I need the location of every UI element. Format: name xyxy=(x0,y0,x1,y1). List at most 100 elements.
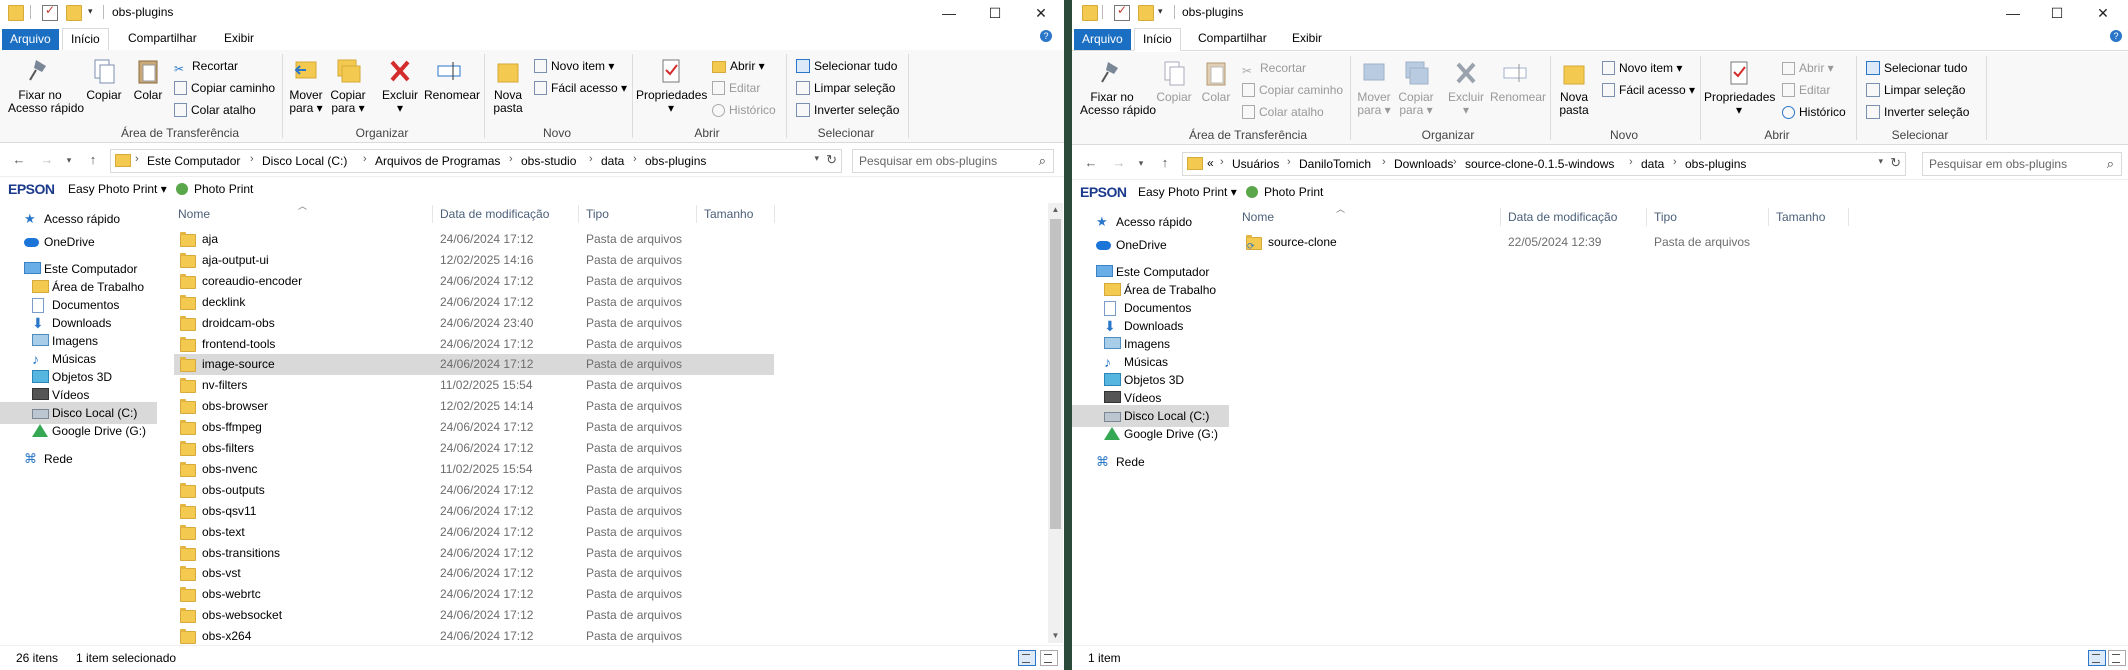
tab-arquivo[interactable]: Arquivo xyxy=(2,29,59,50)
pin-quick-access-button[interactable]: Fixar no Acesso rápido xyxy=(1080,58,1156,117)
tab-compartilhar[interactable]: Compartilhar xyxy=(120,28,205,49)
tab-compartilhar[interactable]: Compartilhar xyxy=(1190,28,1275,49)
new-folder-quick-icon[interactable] xyxy=(66,5,82,21)
recent-locations-chevron-icon[interactable]: ▾ xyxy=(1132,153,1150,173)
minimize-icon[interactable]: — xyxy=(1990,0,2036,26)
invert-selection-button[interactable]: Inverter seleção xyxy=(1866,102,1969,122)
tab-inicio[interactable]: Início xyxy=(1134,28,1181,51)
open-button[interactable]: Abrir ▾ xyxy=(1782,58,1834,78)
file-row[interactable]: obs-ffmpeg 24/06/2024 17:12 Pasta de arqui… xyxy=(174,417,774,438)
large-icons-view-icon[interactable] xyxy=(2108,650,2126,666)
search-input[interactable]: Pesquisar em obs-plugins ⌕ xyxy=(852,149,1054,173)
column-header-name[interactable]: Nome xyxy=(1242,206,1274,228)
breadcrumb-item[interactable]: Arquivos de Programas xyxy=(375,154,500,168)
new-item-button[interactable]: Novo item ▾ xyxy=(534,56,614,76)
recent-locations-chevron-icon[interactable]: ▾ xyxy=(60,150,78,170)
nav-item[interactable]: OneDrive xyxy=(1072,234,1229,256)
file-row[interactable]: obs-transitions 24/06/2024 17:12 Pasta de … xyxy=(174,543,774,564)
column-header-date[interactable]: Data de modificação xyxy=(440,203,549,225)
file-row[interactable]: image-source 24/06/2024 17:12 Pasta de arq… xyxy=(174,354,774,376)
file-row[interactable]: obs-websocket 24/06/2024 17:12 Pasta de ar… xyxy=(174,605,774,626)
copy-path-button[interactable]: Copiar caminho xyxy=(1242,80,1343,100)
properties-quick-icon[interactable] xyxy=(1114,3,1130,21)
edit-button[interactable]: Editar xyxy=(1782,80,1830,100)
column-header-size[interactable]: Tamanho xyxy=(704,203,753,225)
breadcrumb-item[interactable]: Este Computador xyxy=(147,154,240,168)
nav-item[interactable]: ★ Acesso rápido xyxy=(0,208,157,230)
customize-quick-access-icon[interactable]: ▾ xyxy=(88,6,98,20)
address-bar[interactable]: « › Usuários › DaniloTomich › Downloads … xyxy=(1182,152,1906,176)
select-all-button[interactable]: Selecionar tudo xyxy=(796,56,897,76)
invert-selection-button[interactable]: Inverter seleção xyxy=(796,100,899,120)
back-arrow-icon[interactable]: ← xyxy=(1082,153,1100,173)
easy-photo-print-button[interactable]: Easy Photo Print ▾ xyxy=(68,182,167,196)
scroll-up-icon[interactable]: ▲ xyxy=(1048,203,1063,217)
breadcrumb-item[interactable]: Disco Local (C:) xyxy=(262,154,347,168)
minimize-icon[interactable]: — xyxy=(926,0,972,26)
history-button[interactable]: Histórico xyxy=(1782,102,1846,122)
breadcrumb-item[interactable]: obs-studio xyxy=(521,154,576,168)
file-row[interactable]: obs-x264 24/06/2024 17:12 Pasta de arquivo… xyxy=(174,626,774,647)
details-view-icon[interactable] xyxy=(1018,650,1036,666)
easy-access-button[interactable]: Fácil acesso ▾ xyxy=(1602,80,1695,100)
scroll-down-icon[interactable]: ▼ xyxy=(1048,629,1063,643)
help-icon[interactable]: ? xyxy=(2110,30,2122,42)
file-row[interactable]: obs-outputs 24/06/2024 17:12 Pasta de arqu… xyxy=(174,480,774,501)
help-icon[interactable]: ? xyxy=(1040,30,1052,42)
column-divider[interactable] xyxy=(1500,208,1501,226)
open-button[interactable]: Abrir ▾ xyxy=(712,56,765,76)
file-row[interactable]: obs-filters 24/06/2024 17:12 Pasta de arqu… xyxy=(174,438,774,459)
column-divider[interactable] xyxy=(774,205,775,223)
maximize-icon[interactable]: ☐ xyxy=(972,0,1018,26)
properties-button[interactable]: Propriedades ▾ xyxy=(1704,58,1775,117)
file-row[interactable]: aja 24/06/2024 17:12 Pasta de arquivos xyxy=(174,229,774,250)
column-header-date[interactable]: Data de modificação xyxy=(1508,206,1617,228)
up-arrow-icon[interactable]: ↑ xyxy=(1156,153,1174,173)
address-bar[interactable]: › Este Computador › Disco Local (C:) › A… xyxy=(110,149,842,173)
file-row[interactable]: obs-text 24/06/2024 17:12 Pasta de arquivo… xyxy=(174,522,774,543)
breadcrumb-item[interactable]: data xyxy=(601,154,624,168)
nav-item[interactable]: ⌘ Rede xyxy=(1072,451,1229,473)
photo-print-button[interactable]: Photo Print xyxy=(194,182,253,196)
photo-print-button[interactable]: Photo Print xyxy=(1264,185,1323,199)
breadcrumb-item[interactable]: Downloads xyxy=(1394,157,1453,171)
column-header-name[interactable]: Nome xyxy=(178,203,210,225)
file-row[interactable]: obs-browser 12/02/2025 14:14 Pasta de arqu… xyxy=(174,396,774,417)
file-row[interactable]: obs-qsv11 24/06/2024 17:12 Pasta de arquiv… xyxy=(174,501,774,522)
paste-shortcut-button[interactable]: Colar atalho xyxy=(1242,102,1324,122)
column-header-type[interactable]: Tipo xyxy=(586,203,609,225)
file-row[interactable]: nv-filters 11/02/2025 15:54 Pasta de arqui… xyxy=(174,375,774,396)
refresh-icon[interactable]: ↻ xyxy=(826,152,837,168)
paste-shortcut-button[interactable]: Colar atalho xyxy=(174,100,256,120)
paste-button[interactable]: Colar xyxy=(128,56,168,102)
nav-item[interactable]: ★ Acesso rápido xyxy=(1072,211,1229,233)
delete-button[interactable]: Excluir ▾ xyxy=(1446,58,1486,117)
select-none-button[interactable]: Limpar seleção xyxy=(796,78,895,98)
column-divider[interactable] xyxy=(1848,208,1849,226)
breadcrumb-item[interactable]: obs-plugins xyxy=(1685,157,1746,171)
vertical-scrollbar[interactable]: ▲ ▼ xyxy=(1048,203,1063,643)
refresh-icon[interactable]: ↻ xyxy=(1890,155,1901,171)
nav-item[interactable]: ⌘ Rede xyxy=(0,448,157,470)
copy-to-button[interactable]: Copiar para ▾ xyxy=(1396,58,1436,117)
address-dropdown-icon[interactable]: ▾ xyxy=(1878,156,1883,167)
nav-item[interactable]: Google Drive (G:) xyxy=(0,420,157,442)
details-view-icon[interactable] xyxy=(2088,650,2106,666)
file-row[interactable]: decklink 24/06/2024 17:12 Pasta de arquivo… xyxy=(174,292,774,313)
file-row[interactable]: obs-webrtc 24/06/2024 17:12 Pasta de arqui… xyxy=(174,584,774,605)
forward-arrow-icon[interactable]: → xyxy=(1110,153,1128,173)
breadcrumb-item[interactable]: data xyxy=(1641,157,1664,171)
move-to-button[interactable]: Mover para ▾ xyxy=(1354,58,1394,117)
maximize-icon[interactable]: ☐ xyxy=(2034,0,2080,26)
properties-quick-icon[interactable] xyxy=(42,3,58,21)
select-none-button[interactable]: Limpar seleção xyxy=(1866,80,1965,100)
file-row[interactable]: obs-nvenc 11/02/2025 15:54 Pasta de arquiv… xyxy=(174,459,774,480)
move-to-button[interactable]: Mover para ▾ xyxy=(286,56,326,115)
nav-item[interactable]: OneDrive xyxy=(0,231,157,253)
scrollbar-thumb[interactable] xyxy=(1050,219,1061,529)
column-header-type[interactable]: Tipo xyxy=(1654,206,1677,228)
tab-exibir[interactable]: Exibir xyxy=(216,28,262,49)
column-divider[interactable] xyxy=(1646,208,1647,226)
breadcrumb-item[interactable]: Usuários xyxy=(1232,157,1279,171)
pin-quick-access-button[interactable]: Fixar no Acesso rápido xyxy=(8,56,84,115)
